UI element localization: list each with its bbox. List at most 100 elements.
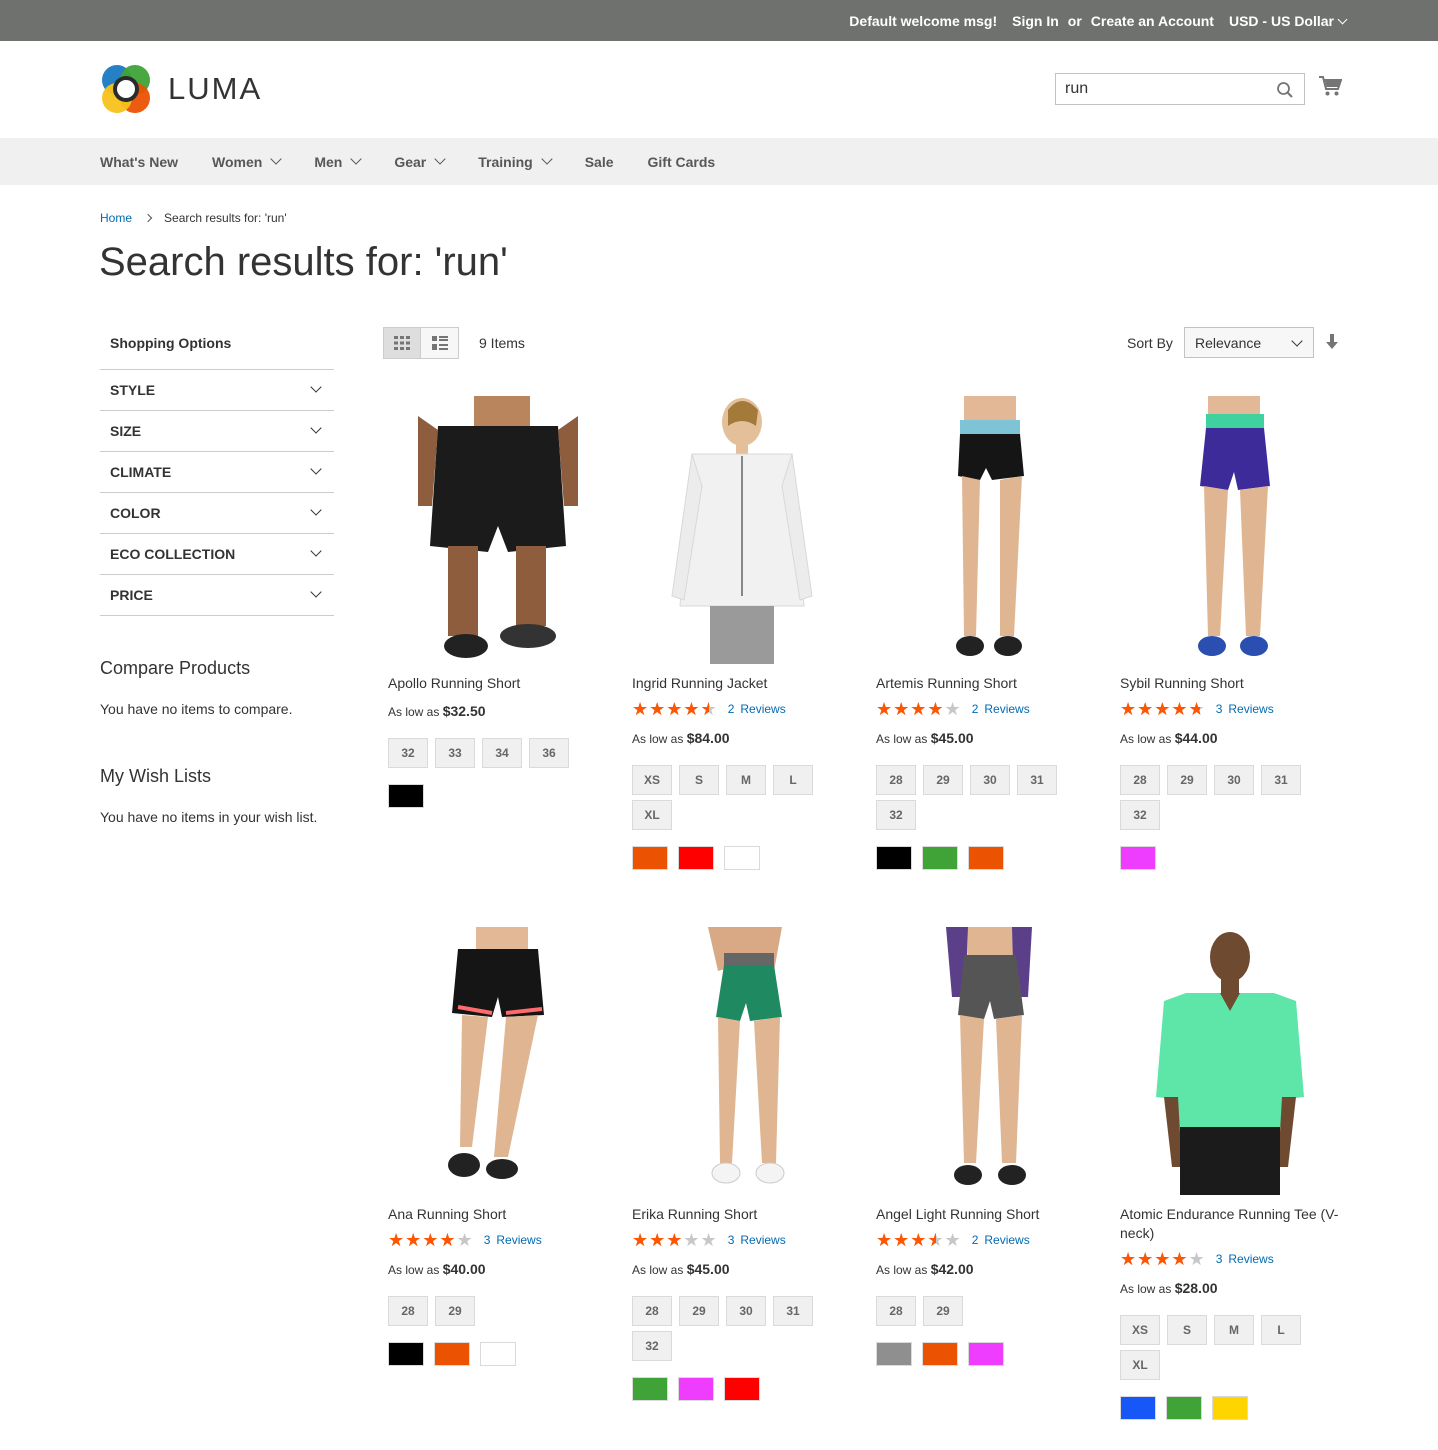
filter-style[interactable]: STYLE (100, 370, 334, 411)
size-swatch[interactable]: XS (632, 765, 672, 795)
product-name-link[interactable]: Ana Running Short (388, 1205, 608, 1224)
size-swatch[interactable]: 32 (632, 1331, 672, 1361)
size-swatch[interactable]: 31 (1017, 765, 1057, 795)
size-swatch[interactable]: 30 (970, 765, 1010, 795)
size-swatch[interactable]: S (679, 765, 719, 795)
size-swatch[interactable]: 31 (1261, 765, 1301, 795)
sort-select[interactable]: Relevance (1184, 327, 1314, 358)
size-swatch[interactable]: 28 (876, 765, 916, 795)
size-swatch[interactable]: 29 (435, 1296, 475, 1326)
size-swatch[interactable]: 28 (1120, 765, 1160, 795)
create-account-link[interactable]: Create an Account (1091, 13, 1214, 29)
size-swatch[interactable]: 28 (388, 1296, 428, 1326)
reviews-link[interactable]: 2 Reviews (728, 702, 786, 716)
nav-item-training[interactable]: Training (478, 152, 553, 170)
size-swatch[interactable]: 29 (1167, 765, 1207, 795)
logo[interactable]: LUMA (100, 63, 262, 115)
color-swatch[interactable] (1120, 1396, 1156, 1420)
list-view-button[interactable] (421, 327, 459, 359)
size-swatch[interactable]: L (1261, 1315, 1301, 1345)
color-swatch[interactable] (922, 846, 958, 870)
color-swatch[interactable] (922, 1342, 958, 1366)
size-swatch[interactable]: 29 (923, 765, 963, 795)
nav-item-women[interactable]: Women (212, 152, 282, 170)
product-image[interactable] (876, 927, 1096, 1195)
size-swatch[interactable]: 34 (482, 738, 522, 768)
color-swatch[interactable] (632, 846, 668, 870)
size-swatch[interactable]: 36 (529, 738, 569, 768)
color-swatch[interactable] (876, 1342, 912, 1366)
size-swatch[interactable]: 29 (923, 1296, 963, 1326)
size-swatch[interactable]: 32 (388, 738, 428, 768)
size-swatch[interactable]: XL (1120, 1350, 1160, 1380)
size-swatch[interactable]: XS (1120, 1315, 1160, 1345)
color-swatch[interactable] (1166, 1396, 1202, 1420)
nav-item-what-s-new[interactable]: What's New (100, 154, 178, 170)
currency-switcher[interactable]: USD - US Dollar (1229, 13, 1348, 29)
product-name-link[interactable]: Sybil Running Short (1120, 674, 1340, 693)
filter-size[interactable]: SIZE (100, 411, 334, 452)
size-swatch[interactable]: 28 (632, 1296, 672, 1326)
grid-view-button[interactable] (383, 327, 421, 359)
product-image[interactable] (1120, 927, 1340, 1195)
nav-item-gear[interactable]: Gear (394, 152, 446, 170)
product-name-link[interactable]: Atomic Endurance Running Tee (V-neck) (1120, 1205, 1340, 1243)
nav-item-gift-cards[interactable]: Gift Cards (648, 154, 716, 170)
color-swatch[interactable] (1120, 846, 1156, 870)
color-swatch[interactable] (724, 1377, 760, 1401)
color-swatch[interactable] (724, 846, 760, 870)
size-swatch[interactable]: 32 (876, 800, 916, 830)
product-name-link[interactable]: Angel Light Running Short (876, 1205, 1096, 1224)
size-swatch[interactable]: M (1214, 1315, 1254, 1345)
color-swatch[interactable] (480, 1342, 516, 1366)
filter-price[interactable]: PRICE (100, 575, 334, 616)
color-swatch[interactable] (632, 1377, 668, 1401)
size-swatch[interactable]: L (773, 765, 813, 795)
sign-in-link[interactable]: Sign In (1012, 13, 1059, 29)
nav-item-sale[interactable]: Sale (585, 154, 614, 170)
reviews-link[interactable]: 2 Reviews (972, 702, 1030, 716)
color-swatch[interactable] (678, 1377, 714, 1401)
product-image[interactable] (632, 396, 852, 664)
product-image[interactable] (1120, 396, 1340, 664)
size-swatch[interactable]: XL (632, 800, 672, 830)
filter-color[interactable]: COLOR (100, 493, 334, 534)
size-swatch[interactable]: S (1167, 1315, 1207, 1345)
color-swatch[interactable] (1212, 1396, 1248, 1420)
color-swatch[interactable] (968, 846, 1004, 870)
size-swatch[interactable]: 31 (773, 1296, 813, 1326)
nav-item-men[interactable]: Men (314, 152, 362, 170)
size-swatch[interactable]: 30 (1214, 765, 1254, 795)
reviews-link[interactable]: 3 Reviews (1216, 702, 1274, 716)
color-swatch[interactable] (678, 846, 714, 870)
reviews-link[interactable]: 3 Reviews (1216, 1252, 1274, 1266)
product-image[interactable] (388, 396, 608, 664)
product-name-link[interactable]: Artemis Running Short (876, 674, 1096, 693)
filter-eco-collection[interactable]: ECO COLLECTION (100, 534, 334, 575)
product-name-link[interactable]: Erika Running Short (632, 1205, 852, 1224)
search-input[interactable] (1065, 80, 1270, 98)
size-swatch[interactable]: 30 (726, 1296, 766, 1326)
product-image[interactable] (876, 396, 1096, 664)
product-image[interactable] (632, 927, 852, 1195)
size-swatch[interactable]: 28 (876, 1296, 916, 1326)
cart-icon[interactable] (1318, 75, 1342, 97)
search-box[interactable] (1055, 73, 1305, 105)
product-name-link[interactable]: Ingrid Running Jacket (632, 674, 852, 693)
search-icon[interactable] (1276, 81, 1294, 99)
breadcrumb-home-link[interactable]: Home (100, 211, 132, 225)
product-name-link[interactable]: Apollo Running Short (388, 674, 608, 693)
size-swatch[interactable]: M (726, 765, 766, 795)
color-swatch[interactable] (434, 1342, 470, 1366)
filter-climate[interactable]: CLIMATE (100, 452, 334, 493)
reviews-link[interactable]: 2 Reviews (972, 1233, 1030, 1247)
color-swatch[interactable] (388, 1342, 424, 1366)
size-swatch[interactable]: 33 (435, 738, 475, 768)
reviews-link[interactable]: 3 Reviews (484, 1233, 542, 1247)
color-swatch[interactable] (968, 1342, 1004, 1366)
size-swatch[interactable]: 32 (1120, 800, 1160, 830)
color-swatch[interactable] (876, 846, 912, 870)
sort-direction-arrow-icon[interactable] (1326, 334, 1338, 350)
product-image[interactable] (388, 927, 608, 1195)
size-swatch[interactable]: 29 (679, 1296, 719, 1326)
